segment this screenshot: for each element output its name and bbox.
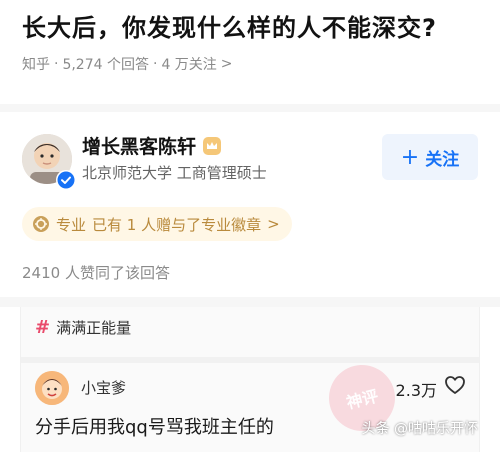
meta-source: 知乎 bbox=[22, 57, 50, 73]
professional-badge[interactable]: 专业 已有 1 人赠与了专业徽章 > bbox=[22, 207, 292, 241]
chevron-right-icon: > bbox=[220, 56, 233, 72]
badge-medal-icon bbox=[33, 216, 49, 232]
topic-label: 满满正能量 bbox=[56, 319, 132, 337]
badge-label: 专业 bbox=[56, 215, 87, 234]
meta-follower-count: 4 万关注 bbox=[161, 57, 217, 73]
agree-count: 2410 人赞同了该回答 bbox=[22, 264, 170, 282]
author-name[interactable]: 增长黑客陈轩 bbox=[82, 132, 222, 159]
chevron-right-icon: > bbox=[267, 215, 280, 233]
plus-icon: + bbox=[400, 144, 420, 170]
badge-text: 已有 1 人赠与了专业徽章 bbox=[92, 215, 262, 234]
comment-text: 分手后用我qq号骂我班主任的 bbox=[35, 417, 274, 438]
question-header: 长大后，你发现什么样的人不能深交? 知乎 · 5,274 个回答 · 4 万关注… bbox=[22, 10, 478, 74]
hashtag-icon: # bbox=[35, 317, 51, 338]
meta-answer-count: 5,274 个回答 bbox=[62, 57, 149, 73]
comment-like-count: 2.3万 bbox=[395, 381, 437, 400]
author-name-text: 增长黑客陈轩 bbox=[82, 136, 197, 158]
author-row: 增长黑客陈轩 北京师范大学 工商管理硕士 + 关注 bbox=[22, 132, 478, 192]
comment-divider bbox=[21, 357, 479, 363]
follow-label: 关注 bbox=[425, 149, 460, 170]
crown-badge-icon bbox=[203, 136, 222, 155]
topic-tag[interactable]: # 满满正能量 bbox=[35, 317, 131, 338]
like-icon[interactable] bbox=[443, 373, 467, 397]
meta-separator: · bbox=[54, 56, 59, 72]
meta-separator: · bbox=[152, 56, 158, 72]
follow-button[interactable]: + 关注 bbox=[382, 134, 478, 180]
author-description: 北京师范大学 工商管理硕士 bbox=[82, 164, 267, 182]
question-title[interactable]: 长大后，你发现什么样的人不能深交? bbox=[22, 10, 478, 46]
section-divider bbox=[0, 297, 500, 307]
question-meta[interactable]: 知乎 · 5,274 个回答 · 4 万关注 > bbox=[22, 54, 478, 74]
commenter-avatar[interactable] bbox=[35, 371, 69, 405]
commenter-name[interactable]: 小宝爹 bbox=[81, 377, 126, 398]
verified-icon bbox=[56, 170, 76, 190]
section-divider bbox=[0, 104, 500, 112]
watermark: 头条 @咕咕乐开怀 bbox=[361, 421, 478, 437]
